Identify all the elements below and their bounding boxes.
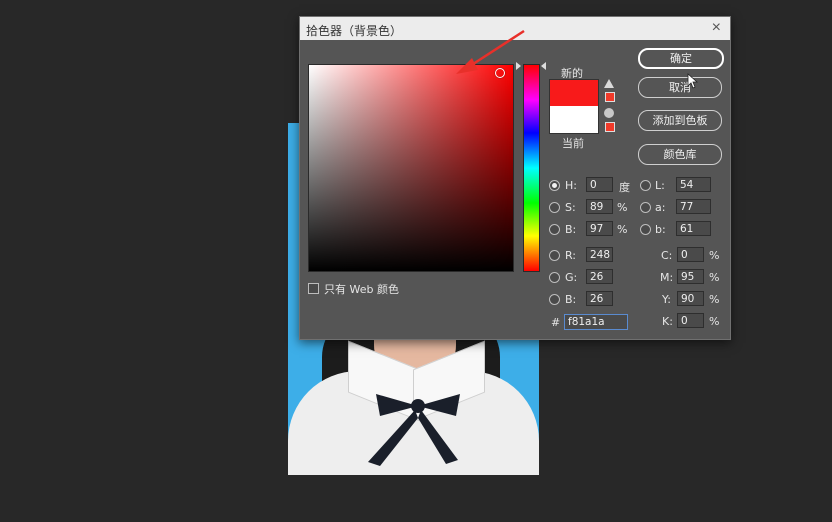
s-input[interactable]: 89 [586,199,613,214]
g-label: G: [565,271,578,284]
new-color-swatch[interactable] [549,79,599,106]
r-input[interactable]: 248 [586,247,613,262]
h-radio[interactable] [549,180,560,191]
r-label: R: [565,249,577,262]
y-unit: % [709,293,720,306]
lab-b-label: b: [655,223,666,236]
brightness-radio[interactable] [549,224,560,235]
cancel-button[interactable]: 取消 [638,77,722,98]
color-libraries-button[interactable]: 颜色库 [638,144,722,165]
blue-input[interactable]: 26 [586,291,613,306]
a-input[interactable]: 77 [676,199,711,214]
ok-button[interactable]: 确定 [638,48,724,69]
bow-tie [368,394,460,466]
l-input[interactable]: 54 [676,177,711,192]
current-color-swatch[interactable] [549,106,599,134]
brightness-unit: % [617,223,628,236]
c-label: C: [661,249,673,262]
l-radio[interactable] [640,180,651,191]
current-color-label: 当前 [562,137,584,150]
lab-b-radio[interactable] [640,224,651,235]
dialog-title: 拾色器（背景色） [306,24,403,38]
h-label: H: [565,179,577,192]
brightness-label: B: [565,223,577,236]
k-label: K: [662,315,673,328]
hex-input[interactable]: f81a1a [564,314,628,330]
close-icon[interactable]: × [712,19,721,37]
mouse-cursor-icon [687,73,699,89]
g-radio[interactable] [549,272,560,283]
only-web-colors-checkbox[interactable] [308,283,319,294]
m-input[interactable]: 95 [677,269,704,284]
m-label: M: [660,271,674,284]
hue-slider[interactable] [523,64,540,272]
k-unit: % [709,315,720,328]
web-safe-swatch[interactable] [605,122,615,132]
out-of-gamut-warning-icon[interactable] [604,79,614,88]
color-picker-handle[interactable] [495,68,505,78]
brightness-input[interactable]: 97 [586,221,613,236]
add-to-swatches-button[interactable]: 添加到色板 [638,110,722,131]
color-picker-dialog: 拾色器（背景色） × 只有 Web 颜色 新的 当前 确定 取消 添加到色板 颜… [299,16,731,340]
l-label: L: [655,179,665,192]
s-unit: % [617,201,628,214]
blue-radio[interactable] [549,294,560,305]
dialog-titlebar[interactable]: 拾色器（背景色） × [300,17,730,40]
a-label: a: [655,201,666,214]
y-input[interactable]: 90 [677,291,704,306]
h-unit: 度 [619,181,630,194]
blue-label: B: [565,293,577,306]
c-unit: % [709,249,720,262]
y-label: Y: [662,293,671,306]
a-radio[interactable] [640,202,651,213]
h-input[interactable]: 0 [586,177,613,192]
hex-label: # [551,316,561,329]
color-field[interactable] [308,64,514,272]
web-safe-cube-icon[interactable] [604,108,614,118]
g-input[interactable]: 26 [586,269,613,284]
only-web-colors-label: 只有 Web 颜色 [324,283,399,296]
hue-slider-left-arrow-icon[interactable] [516,62,521,70]
lab-b-input[interactable]: 61 [676,221,711,236]
hue-slider-right-arrow-icon[interactable] [541,62,546,70]
s-radio[interactable] [549,202,560,213]
m-unit: % [709,271,720,284]
gamut-swatch[interactable] [605,92,615,102]
s-label: S: [565,201,576,214]
k-input[interactable]: 0 [677,313,704,328]
r-radio[interactable] [549,250,560,261]
c-input[interactable]: 0 [677,247,704,262]
